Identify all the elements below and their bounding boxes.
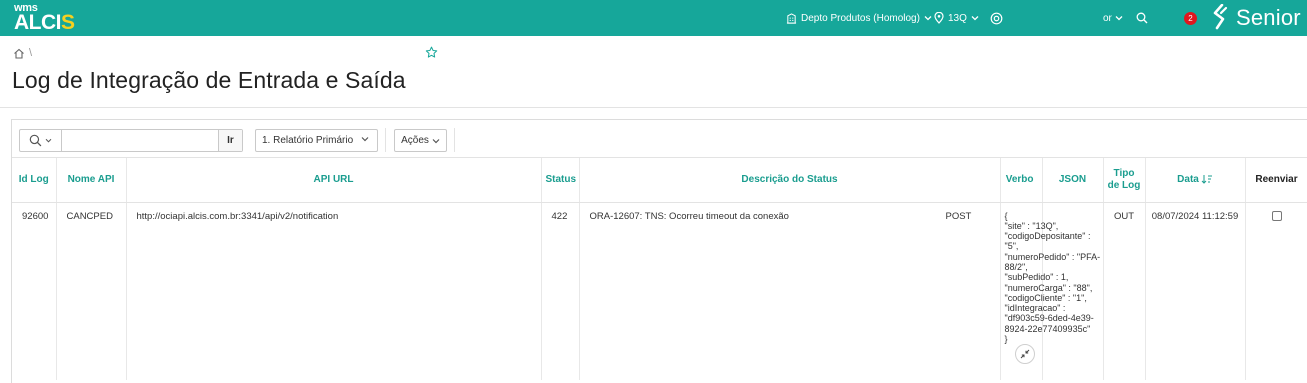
breadcrumb-separator: \ — [29, 47, 33, 59]
location-label: 13Q — [948, 12, 967, 24]
cell-verbo: POST — [945, 210, 972, 222]
column-header-reenviar: Reenviar — [1245, 158, 1307, 203]
search-input[interactable] — [62, 130, 219, 151]
column-header-json[interactable]: JSON — [1042, 158, 1104, 203]
global-search-button[interactable] — [1136, 0, 1148, 36]
department-selector[interactable]: Depto Produtos (Homolog) — [786, 0, 932, 36]
go-button[interactable]: Ir — [218, 130, 242, 151]
integration-log-table: Id Log Nome API API URL Status Descrição… — [12, 158, 1307, 380]
cell-tipo-log: OUT — [1103, 202, 1146, 380]
cell-api-url: http://ociapi.alcis.com.br:3341/api/v2/n… — [126, 202, 542, 380]
toolbar-separator — [454, 128, 455, 152]
chevron-down-icon — [361, 137, 369, 142]
report-selector-value: 1. Relatório Primário — [262, 135, 354, 146]
search-column-selector[interactable] — [20, 130, 62, 151]
chevron-down-icon — [924, 16, 932, 21]
column-header-tipo-log[interactable]: Tipo de Log — [1103, 158, 1146, 203]
help-button[interactable] — [990, 0, 1003, 36]
table-header-row: Id Log Nome API API URL Status Descrição… — [12, 158, 1307, 203]
chevron-down-icon — [1115, 16, 1123, 21]
cell-json: { "site" : "13Q", "codigoDepositante" : … — [1005, 202, 1104, 380]
chevron-down-icon — [45, 138, 52, 143]
column-header-status[interactable]: Status — [541, 158, 580, 203]
reenviar-checkbox[interactable] — [1271, 210, 1282, 221]
column-header-api-url[interactable]: API URL — [126, 158, 542, 203]
json-payload-text: { "site" : "13Q", "codigoDepositante" : … — [1004, 210, 1101, 345]
column-header-descricao[interactable]: Descrição do Status — [579, 158, 1001, 203]
logo-alcis-text: ALCIS — [14, 11, 75, 34]
notifications-badge[interactable]: 2 — [1184, 12, 1197, 25]
actions-label: Ações — [401, 135, 429, 146]
wms-alcis-logo[interactable]: wms ALCIS — [14, 2, 84, 34]
chevron-down-icon — [971, 16, 979, 21]
search-icon — [1136, 12, 1148, 24]
location-selector[interactable]: 13Q — [934, 0, 979, 36]
lifebuoy-icon — [990, 12, 1003, 24]
user-menu[interactable]: or — [1103, 0, 1123, 36]
collapse-arrows-icon — [1020, 350, 1029, 359]
cell-status: 422 — [541, 202, 580, 380]
cell-nome-api: CANCPED — [56, 202, 127, 380]
senior-brand-text: Senior — [1236, 5, 1301, 30]
page-title: Log de Integração de Entrada e Saída — [12, 67, 406, 93]
cell-reenviar — [1245, 202, 1307, 380]
column-header-data[interactable]: Data — [1145, 158, 1246, 203]
home-icon[interactable] — [13, 48, 25, 59]
title-divider — [0, 107, 1307, 108]
breadcrumb: \ — [13, 47, 32, 59]
cell-data: 08/07/2024 11:12:59 — [1145, 202, 1246, 380]
user-name-label: or — [1103, 12, 1112, 24]
column-header-data-label: Data — [1177, 173, 1199, 185]
senior-brand-logo: Senior — [1212, 2, 1301, 34]
interactive-report-region: Ir 1. Relatório Primário Ações Id Log No… — [11, 119, 1307, 383]
map-pin-icon — [934, 12, 944, 24]
star-icon — [425, 46, 438, 58]
department-label: Depto Produtos (Homolog) — [801, 12, 920, 24]
collapse-json-button[interactable] — [1014, 344, 1035, 365]
top-navigation-bar: wms ALCIS Depto Produtos (Homolog) 13Q o… — [0, 0, 1307, 36]
toolbar-separator — [385, 128, 386, 152]
building-icon — [786, 12, 797, 24]
actions-menu-button[interactable]: Ações — [394, 129, 447, 152]
senior-s-icon — [1213, 4, 1228, 30]
column-header-verbo[interactable]: Verbo — [1000, 158, 1043, 203]
cell-descricao-text: ORA-12607: TNS: Ocorreu timeout da conex… — [589, 210, 789, 222]
sort-descending-icon — [1201, 175, 1212, 184]
report-selector[interactable]: 1. Relatório Primário — [255, 129, 378, 152]
search-icon — [29, 134, 42, 147]
cell-descricao: ORA-12607: TNS: Ocorreu timeout da conex… — [579, 202, 1000, 380]
column-header-id-log[interactable]: Id Log — [12, 158, 57, 203]
cell-id-log: 92600 — [12, 202, 57, 380]
favorite-star-button[interactable] — [425, 46, 438, 62]
column-header-nome-api[interactable]: Nome API — [56, 158, 127, 203]
search-bar: Ir — [19, 129, 243, 152]
chevron-down-icon — [432, 138, 440, 143]
table-row[interactable]: 92600 CANCPED http://ociapi.alcis.com.br… — [12, 202, 1307, 380]
report-toolbar: Ir 1. Relatório Primário Ações — [12, 120, 1307, 158]
